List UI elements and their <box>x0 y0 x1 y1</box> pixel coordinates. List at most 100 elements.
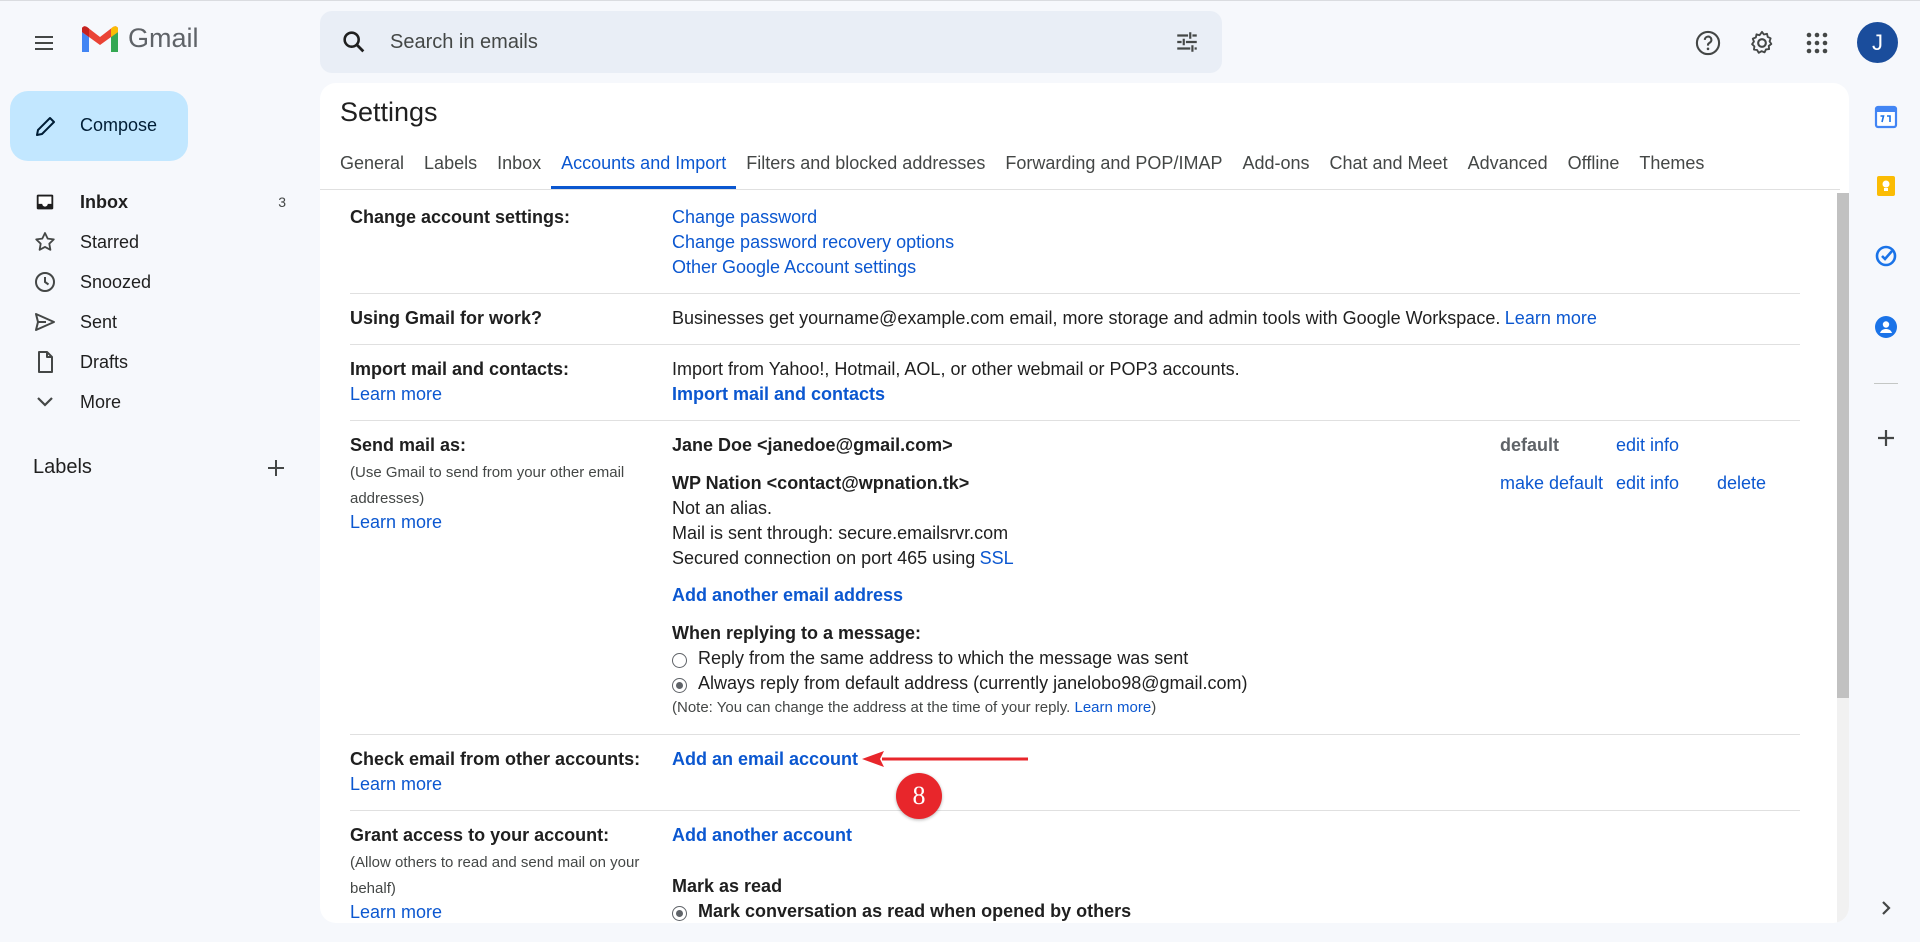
tasks-app-button[interactable] <box>1872 242 1900 270</box>
row-label: Grant access to your account: <box>350 825 610 845</box>
import-row: Import mail and contacts: Learn more Imp… <box>350 345 1800 421</box>
gmail-for-work-row: Using Gmail for work? Businesses get you… <box>350 294 1800 345</box>
change-recovery-link[interactable]: Change password recovery options <box>672 232 954 253</box>
learn-more-link[interactable]: Learn more <box>1505 308 1597 328</box>
main-menu-button[interactable] <box>22 21 66 65</box>
tabs-divider <box>320 189 1840 190</box>
search-bar <box>320 11 1222 73</box>
settings-button[interactable] <box>1740 21 1784 65</box>
add-email-address-link[interactable]: Add another email address <box>672 585 903 606</box>
change-account-row: Change account settings: Change password… <box>350 193 1800 294</box>
annotation-arrow <box>862 751 1028 767</box>
tab-inbox[interactable]: Inbox <box>487 145 551 189</box>
import-description: Import from Yahoo!, Hotmail, AOL, or oth… <box>672 359 1240 379</box>
chevron-down-icon <box>33 390 57 414</box>
primary-address: Jane Doe <janedoe@gmail.com> <box>672 435 953 455</box>
google-apps-button[interactable] <box>1795 21 1839 65</box>
delete-link[interactable]: delete <box>1717 473 1766 494</box>
learn-more-link[interactable]: Learn more <box>350 384 442 405</box>
reply-default-radio[interactable] <box>672 678 687 693</box>
make-default-link[interactable]: make default <box>1500 473 1603 494</box>
row-label: Change account settings: <box>350 207 571 227</box>
import-mail-contacts-link[interactable]: Import mail and contacts <box>672 384 885 405</box>
sidebar-item-inbox[interactable]: Inbox 3 <box>0 181 290 221</box>
tab-advanced[interactable]: Advanced <box>1458 145 1558 189</box>
sidebar-item-more[interactable]: More <box>0 381 290 421</box>
search-icon[interactable] <box>340 28 368 61</box>
edit-info-link[interactable]: edit info <box>1616 435 1679 456</box>
mark-read-radio[interactable] <box>672 906 687 921</box>
keep-app-button[interactable] <box>1872 172 1900 200</box>
add-another-account-link[interactable]: Add another account <box>672 825 852 846</box>
send-mail-as-row: Send mail as: (Use Gmail to send from yo… <box>350 421 1800 735</box>
tasks-icon <box>1875 245 1897 267</box>
default-badge: default <box>1500 435 1560 455</box>
reply-option-label: Always reply from default address (curre… <box>698 673 1248 693</box>
learn-more-link[interactable]: Learn more <box>1074 699 1151 716</box>
tab-addons[interactable]: Add-ons <box>1232 145 1319 189</box>
star-icon <box>33 230 57 254</box>
account-avatar[interactable]: J <box>1857 22 1898 63</box>
inbox-icon <box>33 190 57 214</box>
reply-heading: When replying to a message: <box>672 623 922 643</box>
row-sublabel: (Allow others to read and send mail on y… <box>350 854 640 871</box>
tab-accounts-and-import[interactable]: Accounts and Import <box>551 145 737 189</box>
change-password-link[interactable]: Change password <box>672 207 817 228</box>
hamburger-menu-icon <box>35 36 53 50</box>
tab-forwarding[interactable]: Forwarding and POP/IMAP <box>995 145 1232 189</box>
contacts-app-button[interactable] <box>1872 313 1900 341</box>
tab-offline[interactable]: Offline <box>1558 145 1630 189</box>
row-sublabel: (Use Gmail to send from your other email <box>350 464 625 481</box>
gmail-logo[interactable]: Gmail <box>80 23 199 54</box>
create-label-button[interactable] <box>262 454 290 482</box>
work-text: Businesses get yourname@example.com emai… <box>672 308 1501 328</box>
check-email-row: Check email from other accounts: Learn m… <box>350 735 1800 811</box>
unread-count: 3 <box>278 194 286 210</box>
mark-as-read-heading: Mark as read <box>672 876 783 896</box>
step-badge: 8 <box>896 773 942 819</box>
sidebar-item-starred[interactable]: Starred <box>0 221 290 261</box>
search-input[interactable] <box>390 24 1130 60</box>
support-button[interactable] <box>1686 21 1730 65</box>
draft-icon <box>33 350 57 374</box>
compose-button[interactable]: Compose <box>10 91 188 161</box>
gmail-wordmark: Gmail <box>128 23 199 53</box>
gear-icon <box>1751 30 1773 54</box>
tab-general[interactable]: General <box>330 145 414 189</box>
note-text: (Note: You can change the address at the… <box>672 699 1071 716</box>
plus-icon <box>1878 430 1894 446</box>
sidebar-item-label: Drafts <box>80 352 129 372</box>
ssl-link[interactable]: SSL <box>980 548 1014 568</box>
edit-info-link[interactable]: edit info <box>1616 473 1679 494</box>
apps-grid-icon <box>1806 32 1828 54</box>
top-bar: Gmail J <box>0 1 1920 83</box>
keep-icon <box>1877 176 1895 196</box>
sidebar-item-drafts[interactable]: Drafts <box>0 341 290 381</box>
add-email-account-link[interactable]: Add an email account <box>672 749 858 770</box>
reply-same-radio[interactable] <box>672 653 687 668</box>
alias-line: Secured connection on port 465 using SSL <box>672 548 1014 569</box>
row-label: Import mail and contacts: <box>350 359 570 379</box>
google-account-settings-link[interactable]: Other Google Account settings <box>672 257 916 278</box>
tab-filters[interactable]: Filters and blocked addresses <box>736 145 995 189</box>
get-addons-button[interactable] <box>1872 424 1900 452</box>
learn-more-link[interactable]: Learn more <box>350 512 442 533</box>
row-label: Using Gmail for work? <box>350 308 543 328</box>
learn-more-link[interactable]: Learn more <box>350 774 442 795</box>
sidebar-item-label: Snoozed <box>80 272 152 292</box>
row-label: Send mail as: <box>350 435 467 455</box>
show-side-panel-button[interactable] <box>1872 894 1900 922</box>
scrollbar-thumb[interactable] <box>1837 193 1849 698</box>
calendar-app-button[interactable] <box>1872 103 1900 131</box>
tab-labels[interactable]: Labels <box>414 145 487 189</box>
tab-chat-and-meet[interactable]: Chat and Meet <box>1320 145 1458 189</box>
sidebar-item-label: Starred <box>80 232 140 252</box>
tab-themes[interactable]: Themes <box>1629 145 1714 189</box>
sidebar-item-snoozed[interactable]: Snoozed <box>0 261 290 301</box>
ssl-text: Secured connection on port 465 using <box>672 548 976 568</box>
row-sublabel: addresses) <box>350 490 425 507</box>
search-options-icon[interactable] <box>1174 29 1200 60</box>
sidebar-item-sent[interactable]: Sent <box>0 301 290 341</box>
alias-line: Mail is sent through: secure.emailsrvr.c… <box>672 523 1009 543</box>
learn-more-link[interactable]: Learn more <box>350 902 442 923</box>
